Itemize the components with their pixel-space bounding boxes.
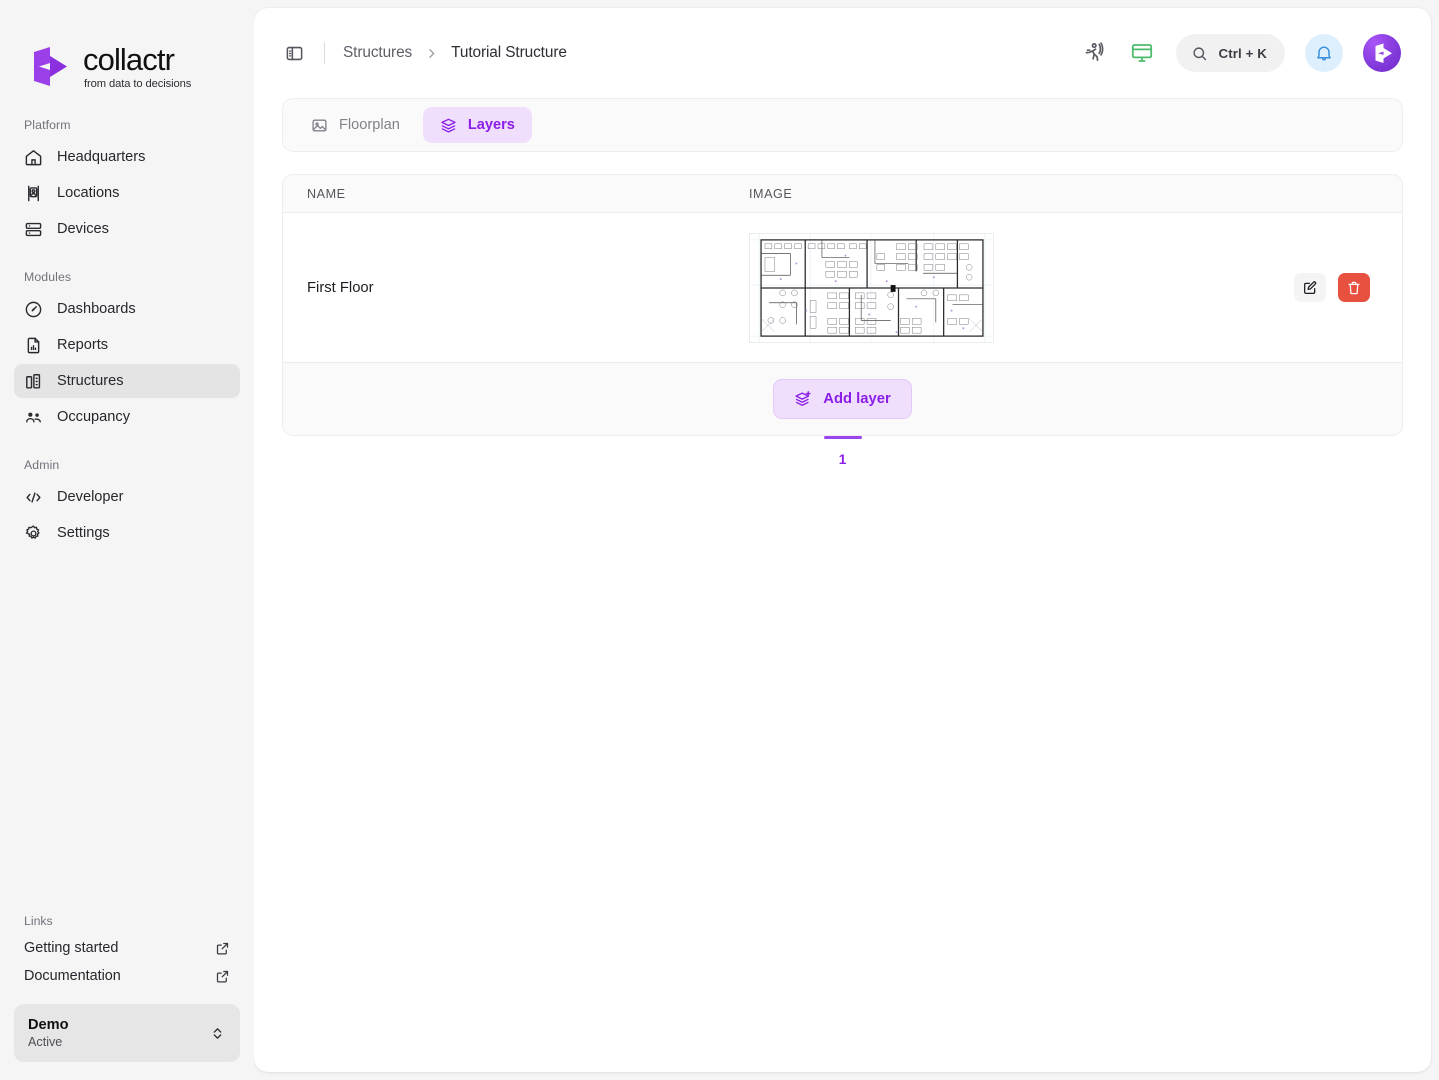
sidebar-item-locations[interactable]: Locations <box>14 176 240 210</box>
floorplan-thumbnail[interactable] <box>749 232 994 343</box>
links-section-label: Links <box>24 914 53 928</box>
add-layer-button[interactable]: Add layer <box>773 379 912 419</box>
column-header-image: IMAGE <box>749 186 793 201</box>
sidebar-item-label: Locations <box>57 185 120 202</box>
add-layer-row: Add layer <box>283 363 1402 435</box>
sidebar-item-label: Reports <box>57 337 109 354</box>
nav-section-label-platform: Platform <box>24 118 71 133</box>
chevron-up-down-icon <box>209 1025 226 1042</box>
header-actions: Ctrl + K <box>1080 34 1401 72</box>
cell-layer-image <box>731 232 1294 343</box>
tab-label: Floorplan <box>339 117 400 133</box>
sidebar-item-label: Developer <box>57 489 124 506</box>
sidebar-item-reports[interactable]: Reports <box>14 328 240 362</box>
brand-logo[interactable]: collactr from data to decisions <box>14 0 240 118</box>
gauge-icon <box>24 300 43 319</box>
brand-name: collactr <box>83 42 175 77</box>
pagination: 1 <box>282 436 1403 467</box>
link-getting-started[interactable]: Getting started <box>14 934 240 962</box>
content-area: Floorplan Layers NAME IMAGE First Floor … <box>254 98 1431 1072</box>
pagination-page-1[interactable]: 1 <box>824 436 862 467</box>
bell-icon <box>1314 43 1334 63</box>
sidebar-item-label: Dashboards <box>57 301 136 318</box>
brand-tagline: from data to decisions <box>84 78 192 90</box>
image-icon <box>311 117 328 134</box>
search-shortcut-button[interactable]: Ctrl + K <box>1175 34 1285 72</box>
code-brackets-icon <box>24 488 43 507</box>
app-root: collactr from data to decisions Platform… <box>0 0 1439 1080</box>
row-actions <box>1294 273 1402 302</box>
tab-layers[interactable]: Layers <box>422 107 532 143</box>
sidebar-item-settings[interactable]: Settings <box>14 516 240 550</box>
nav-section-label-admin: Admin <box>24 458 60 473</box>
sidebar: collactr from data to decisions Platform… <box>0 0 254 1080</box>
sidebar-item-dashboards[interactable]: Dashboards <box>14 292 240 326</box>
layers-plus-icon <box>794 390 812 408</box>
sidebar-item-label: Devices <box>57 221 109 238</box>
trash-icon <box>1348 281 1360 294</box>
breadcrumb-item-structures[interactable]: Structures <box>343 44 412 62</box>
sidebar-item-occupancy[interactable]: Occupancy <box>14 400 240 434</box>
workspace-status: Active <box>28 1034 63 1049</box>
nav-group-platform: Platform Headquarters Locations Devices <box>14 118 240 248</box>
link-label: Documentation <box>24 968 121 984</box>
sidebar-panel-icon[interactable] <box>282 41 306 65</box>
sidebar-item-developer[interactable]: Developer <box>14 480 240 514</box>
tab-bar: Floorplan Layers <box>282 98 1403 152</box>
layers-table: NAME IMAGE First Floor Add layer <box>282 174 1403 436</box>
top-header: Structures Tutorial Structure Ctrl + K <box>254 8 1431 98</box>
search-icon <box>1191 45 1208 62</box>
gear-icon <box>24 524 43 543</box>
main-card: Structures Tutorial Structure Ctrl + K F… <box>254 8 1431 1072</box>
sidebar-item-structures[interactable]: Structures <box>14 364 240 399</box>
tab-label: Layers <box>467 117 515 133</box>
map-pin-user-icon <box>24 184 43 203</box>
home-icon <box>24 148 43 167</box>
chevron-right-icon <box>425 47 438 60</box>
notifications-button[interactable] <box>1305 34 1343 72</box>
sidebar-item-devices[interactable]: Devices <box>14 212 240 246</box>
external-link-icon <box>215 969 230 984</box>
collactr-logo-mark-icon <box>26 44 72 90</box>
workspace-switcher[interactable]: Demo Active <box>14 1004 240 1062</box>
sidebar-item-label: Headquarters <box>57 149 146 166</box>
file-chart-icon <box>24 336 43 355</box>
link-label: Getting started <box>24 940 119 956</box>
monitor-icon[interactable] <box>1128 39 1156 67</box>
building-icon <box>24 372 43 391</box>
sidebar-item-headquarters[interactable]: Headquarters <box>14 140 240 174</box>
sidebar-item-label: Settings <box>57 525 110 542</box>
layers-icon <box>440 117 457 134</box>
sidebar-item-label: Structures <box>57 373 124 390</box>
edit-layer-button[interactable] <box>1294 273 1326 302</box>
breadcrumb: Structures Tutorial Structure <box>343 44 567 62</box>
table-row[interactable]: First Floor <box>283 213 1402 363</box>
running-person-icon[interactable] <box>1080 39 1108 67</box>
header-divider <box>324 42 325 64</box>
workspace-name: Demo <box>28 1016 69 1033</box>
search-shortcut-label: Ctrl + K <box>1218 45 1267 61</box>
edit-pencil-square-icon <box>1304 280 1317 294</box>
nav-group-modules: Modules Dashboards Reports Structures Oc… <box>14 270 240 436</box>
avatar[interactable] <box>1363 34 1401 72</box>
server-stack-icon <box>24 220 43 239</box>
nav-section-label-modules: Modules <box>24 270 72 285</box>
users-group-icon <box>24 408 43 427</box>
delete-layer-button[interactable] <box>1338 273 1370 302</box>
column-header-name: NAME <box>307 186 346 201</box>
cell-layer-name: First Floor <box>307 279 374 296</box>
external-link-icon <box>215 941 230 956</box>
table-header-row: NAME IMAGE <box>283 175 1402 213</box>
collactr-logo-mark-icon <box>1371 42 1394 65</box>
nav-group-admin: Admin Developer Settings <box>14 458 240 552</box>
breadcrumb-item-current: Tutorial Structure <box>451 44 567 61</box>
tab-floorplan[interactable]: Floorplan <box>294 107 417 143</box>
main-area: Structures Tutorial Structure Ctrl + K F… <box>254 0 1439 1080</box>
link-documentation[interactable]: Documentation <box>14 962 240 990</box>
sidebar-item-label: Occupancy <box>57 409 131 426</box>
add-layer-label: Add layer <box>823 391 891 407</box>
